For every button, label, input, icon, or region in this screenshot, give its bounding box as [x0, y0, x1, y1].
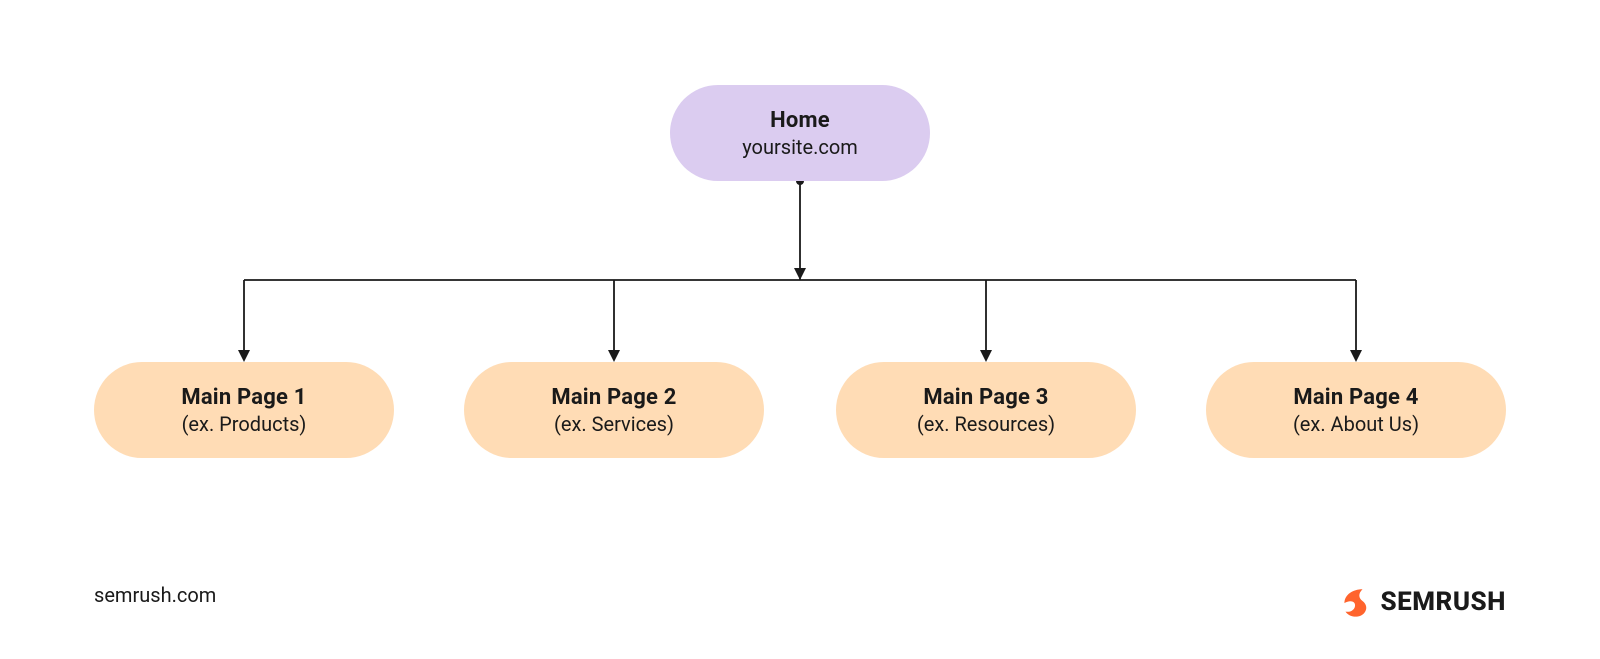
- node-main-page-4-subtitle: (ex. About Us): [1293, 412, 1419, 436]
- node-main-page-2: Main Page 2 (ex. Services): [464, 362, 764, 458]
- site-structure-diagram: Home yoursite.com Main Page 1 (ex. Produ…: [0, 0, 1600, 659]
- node-main-page-2-subtitle: (ex. Services): [554, 412, 674, 436]
- node-main-page-4-title: Main Page 4: [1293, 385, 1418, 410]
- brand-name: SEMRUSH: [1381, 587, 1506, 617]
- footer-site-text: semrush.com: [94, 583, 216, 607]
- node-main-page-1: Main Page 1 (ex. Products): [94, 362, 394, 458]
- node-home-title: Home: [770, 108, 830, 133]
- semrush-flame-icon: [1337, 585, 1371, 619]
- node-home: Home yoursite.com: [670, 85, 930, 181]
- node-main-page-1-title: Main Page 1: [181, 385, 306, 410]
- node-main-page-2-title: Main Page 2: [551, 385, 676, 410]
- node-main-page-4: Main Page 4 (ex. About Us): [1206, 362, 1506, 458]
- node-main-page-1-subtitle: (ex. Products): [182, 412, 307, 436]
- node-main-page-3: Main Page 3 (ex. Resources): [836, 362, 1136, 458]
- brand-logo: SEMRUSH: [1337, 585, 1506, 619]
- node-home-subtitle: yoursite.com: [742, 135, 858, 159]
- node-main-page-3-title: Main Page 3: [923, 385, 1048, 410]
- node-main-page-3-subtitle: (ex. Resources): [917, 412, 1055, 436]
